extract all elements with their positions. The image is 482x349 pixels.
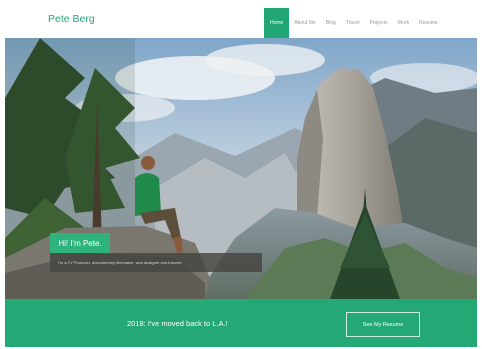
hero-greeting: Hi! I'm Pete. [50, 233, 110, 253]
see-my-resume-button[interactable]: See My Resume [346, 312, 420, 337]
nav-item-about-me[interactable]: About Me [289, 8, 320, 38]
main-nav: Home About Me Blog Travel Projects Work … [264, 8, 443, 38]
navbar: Pete Berg Home About Me Blog Travel Proj… [0, 0, 482, 38]
nav-item-home[interactable]: Home [264, 8, 290, 38]
nav-item-work[interactable]: Work [393, 8, 415, 38]
nav-item-travel[interactable]: Travel [341, 8, 365, 38]
hero-tagline: I'm a TV Producer, documentary filmmaker… [50, 253, 262, 272]
nav-item-projects[interactable]: Projects [364, 8, 392, 38]
hero-section: Hi! I'm Pete. I'm a TV Producer, documen… [5, 38, 477, 299]
announcement-text: 2018: I've moved back to L.A.! [127, 319, 228, 328]
site-brand[interactable]: Pete Berg [48, 13, 95, 25]
nav-item-resume[interactable]: Resume [414, 8, 443, 38]
nav-item-blog[interactable]: Blog [321, 8, 341, 38]
announcement-banner: 2018: I've moved back to L.A.! See My Re… [5, 299, 477, 347]
